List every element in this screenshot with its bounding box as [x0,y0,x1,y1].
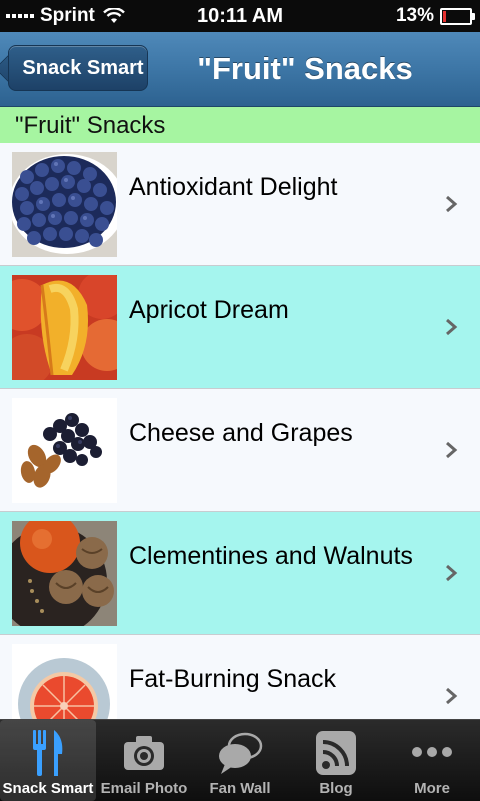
tab-label: Fan Wall [209,780,271,797]
list-item-label: Fat-Burning Snack [129,665,337,693]
status-bar: Sprint 10:11 AM 13% [0,0,480,32]
list-item-fat-burning-snack[interactable]: Fat-Burning Snack [0,635,480,719]
camera-icon [96,728,192,778]
list-item-label: Apricot Dream [129,296,289,324]
list-item-label: Cheese and Grapes [129,419,353,447]
blueberries-thumbnail [12,152,117,257]
list-item-antioxidant-delight[interactable]: Antioxidant Delight [0,143,480,266]
battery-icon [440,7,475,25]
chevron-right-icon [446,441,458,459]
tab-more[interactable]: More [384,720,480,801]
list-item-cheese-and-grapes[interactable]: Cheese and Grapes [0,389,480,512]
clementines-walnuts-thumbnail [12,521,117,626]
grapefruit-thumbnail [12,644,117,719]
page-title: "Fruit" Snacks [197,51,413,86]
back-button-wrap: Snack Smart [0,32,160,106]
more-dots-icon [384,728,480,778]
tab-email-photo[interactable]: Email Photo [96,720,192,801]
back-button[interactable]: Snack Smart [8,45,148,91]
list-item-label: Antioxidant Delight [129,173,338,201]
speech-bubbles-icon [192,728,288,778]
apricots-thumbnail [12,275,117,380]
tab-blog[interactable]: Blog [288,720,384,801]
tab-bar: Snack Smart Email Photo Fan Wall Blog Mo… [0,719,480,801]
list-item-clementines-and-walnuts[interactable]: Clementines and Walnuts [0,512,480,635]
grapes-almonds-thumbnail [12,398,117,503]
tab-label: Blog [319,780,353,797]
tab-fan-wall[interactable]: Fan Wall [192,720,288,801]
tab-label: More [414,780,450,797]
status-right: 13% [395,5,475,27]
chevron-right-icon [446,564,458,582]
snack-list: Antioxidant Delight Apricot Dream Cheese… [0,143,480,719]
fork-knife-icon [0,728,96,778]
chevron-right-icon [446,318,458,336]
tab-snack-smart[interactable]: Snack Smart [0,720,96,801]
chevron-right-icon [446,195,458,213]
rss-icon [288,728,384,778]
list-item-apricot-dream[interactable]: Apricot Dream [0,266,480,389]
battery-level [443,10,446,22]
chevron-right-icon [446,687,458,705]
list-item-label: Clementines and Walnuts [129,542,413,570]
tab-label: Email Photo [100,780,188,797]
tab-label: Snack Smart [2,780,94,797]
navigation-bar: Snack Smart "Fruit" Snacks [0,32,480,107]
section-header: "Fruit" Snacks [0,107,480,143]
battery-percent: 13% [395,5,434,26]
